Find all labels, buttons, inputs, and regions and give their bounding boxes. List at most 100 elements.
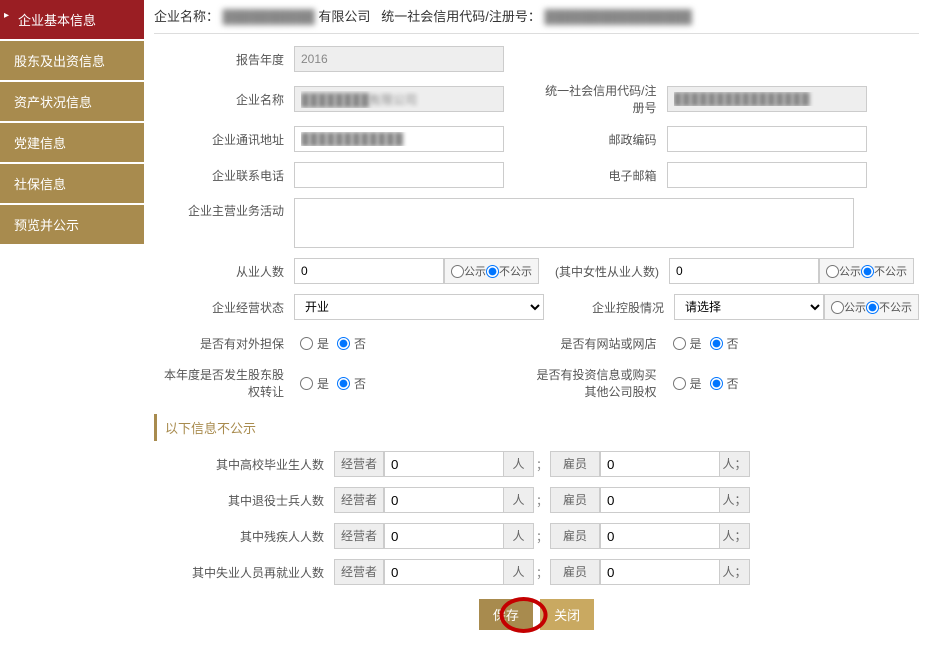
- radio-website-no[interactable]: [710, 337, 723, 350]
- radio-website: 是 否: [667, 335, 739, 352]
- sub-label: 其中退役士兵人数: [154, 492, 334, 509]
- sub-label: 其中失业人员再就业人数: [154, 564, 334, 581]
- sub-employee-input[interactable]: [600, 559, 720, 585]
- sub-unit: 人；: [720, 451, 750, 477]
- nav-preview[interactable]: 预览并公示: [0, 205, 144, 244]
- sub-operator-input[interactable]: [384, 523, 504, 549]
- sub-employee-input[interactable]: [600, 487, 720, 513]
- input-year: [294, 46, 504, 72]
- sub-unit: 人: [504, 451, 534, 477]
- input-female[interactable]: [669, 258, 819, 284]
- sub-row-0: 其中高校毕业生人数经营者人；雇员人；: [154, 451, 919, 477]
- sub-operator-tag: 经营者: [334, 487, 384, 513]
- sub-row-1: 其中退役士兵人数经营者人；雇员人；: [154, 487, 919, 513]
- sub-unit: 人；: [720, 523, 750, 549]
- sub-unit: 人: [504, 487, 534, 513]
- sub-sep: ；: [534, 528, 550, 545]
- sub-employee-tag: 雇员: [550, 487, 600, 513]
- close-button[interactable]: 关闭: [540, 599, 594, 630]
- label-emp: 从业人数: [154, 263, 294, 280]
- input-postcode[interactable]: [667, 126, 867, 152]
- radio-transfer-yes[interactable]: [300, 377, 313, 390]
- label-invest: 是否有投资信息或购买其他公司股权: [537, 366, 667, 400]
- label-biz: 企业主营业务活动: [154, 198, 294, 219]
- nav-assets[interactable]: 资产状况信息: [0, 82, 144, 121]
- radio-holding-pub[interactable]: [831, 301, 844, 314]
- label-website: 是否有网站或网店: [537, 335, 667, 352]
- label-guarantee: 是否有对外担保: [154, 335, 294, 352]
- radio-guarantee: 是 否: [294, 335, 366, 352]
- label-status: 企业经营状态: [154, 299, 294, 316]
- sub-operator-input[interactable]: [384, 559, 504, 585]
- sub-sep: ；: [534, 456, 550, 473]
- nav-social[interactable]: 社保信息: [0, 164, 144, 203]
- sub-employee-tag: 雇员: [550, 559, 600, 585]
- header-code-blur: ████████████████: [544, 9, 691, 24]
- sub-label: 其中高校毕业生人数: [154, 456, 334, 473]
- pub-holding[interactable]: 公示 不公示: [824, 294, 919, 320]
- nav-basic-info[interactable]: 企业基本信息: [0, 0, 144, 39]
- sub-employee-tag: 雇员: [550, 523, 600, 549]
- label-year: 报告年度: [154, 51, 294, 68]
- section-private-header: 以下信息不公示: [154, 414, 919, 441]
- sub-unit: 人: [504, 523, 534, 549]
- sub-row-2: 其中残疾人人数经营者人；雇员人；: [154, 523, 919, 549]
- label-transfer: 本年度是否发生股东股权转让: [154, 366, 294, 400]
- save-button[interactable]: 保存: [479, 599, 533, 630]
- radio-transfer: 是 否: [294, 375, 366, 392]
- radio-website-yes[interactable]: [673, 337, 686, 350]
- header-name-label: 企业名称：: [154, 9, 219, 24]
- header-line: 企业名称： ██████████ 有限公司 统一社会信用代码/注册号： ████…: [154, 0, 919, 34]
- label-female: (其中女性从业人数): [539, 263, 669, 280]
- radio-invest: 是 否: [667, 375, 739, 392]
- nav-party[interactable]: 党建信息: [0, 123, 144, 162]
- input-ent-name: [294, 86, 504, 112]
- header-name-suffix: 有限公司: [318, 9, 370, 24]
- pub-female[interactable]: 公示 不公示: [819, 258, 914, 284]
- select-holding[interactable]: 请选择: [674, 294, 824, 320]
- pub-emp[interactable]: 公示 不公示: [444, 258, 539, 284]
- label-postcode: 邮政编码: [537, 131, 667, 148]
- label-email: 电子邮箱: [537, 167, 667, 184]
- select-status[interactable]: 开业: [294, 294, 544, 320]
- radio-invest-no[interactable]: [710, 377, 723, 390]
- sub-operator-tag: 经营者: [334, 451, 384, 477]
- radio-emp-nonpub[interactable]: [486, 265, 499, 278]
- label-phone: 企业联系电话: [154, 167, 294, 184]
- radio-transfer-no[interactable]: [337, 377, 350, 390]
- sub-label: 其中残疾人人数: [154, 528, 334, 545]
- radio-emp-pub[interactable]: [451, 265, 464, 278]
- sub-sep: ；: [534, 564, 550, 581]
- input-uscc: [667, 86, 867, 112]
- sub-operator-tag: 经营者: [334, 559, 384, 585]
- input-biz[interactable]: [294, 198, 854, 248]
- label-ent-name: 企业名称: [154, 91, 294, 108]
- input-email[interactable]: [667, 162, 867, 188]
- sub-unit: 人；: [720, 559, 750, 585]
- input-addr[interactable]: [294, 126, 504, 152]
- radio-guarantee-no[interactable]: [337, 337, 350, 350]
- sub-operator-input[interactable]: [384, 487, 504, 513]
- sub-employee-input[interactable]: [600, 451, 720, 477]
- main-content: 企业名称： ██████████ 有限公司 统一社会信用代码/注册号： ████…: [144, 0, 929, 650]
- input-phone[interactable]: [294, 162, 504, 188]
- button-row: 保存 关闭: [154, 599, 919, 630]
- radio-female-nonpub[interactable]: [861, 265, 874, 278]
- radio-holding-nonpub[interactable]: [866, 301, 879, 314]
- label-holding: 企业控股情况: [544, 299, 674, 316]
- sub-sep: ；: [534, 492, 550, 509]
- radio-female-pub[interactable]: [826, 265, 839, 278]
- sub-row-3: 其中失业人员再就业人数经营者人；雇员人；: [154, 559, 919, 585]
- radio-invest-yes[interactable]: [673, 377, 686, 390]
- label-addr: 企业通讯地址: [154, 131, 294, 148]
- label-uscc: 统一社会信用代码/注册号: [537, 82, 667, 116]
- radio-guarantee-yes[interactable]: [300, 337, 313, 350]
- sub-operator-tag: 经营者: [334, 523, 384, 549]
- sub-unit: 人: [504, 559, 534, 585]
- sub-employee-input[interactable]: [600, 523, 720, 549]
- sub-unit: 人；: [720, 487, 750, 513]
- header-code-label: 统一社会信用代码/注册号：: [381, 9, 541, 24]
- sub-operator-input[interactable]: [384, 451, 504, 477]
- input-emp[interactable]: [294, 258, 444, 284]
- nav-shareholder[interactable]: 股东及出资信息: [0, 41, 144, 80]
